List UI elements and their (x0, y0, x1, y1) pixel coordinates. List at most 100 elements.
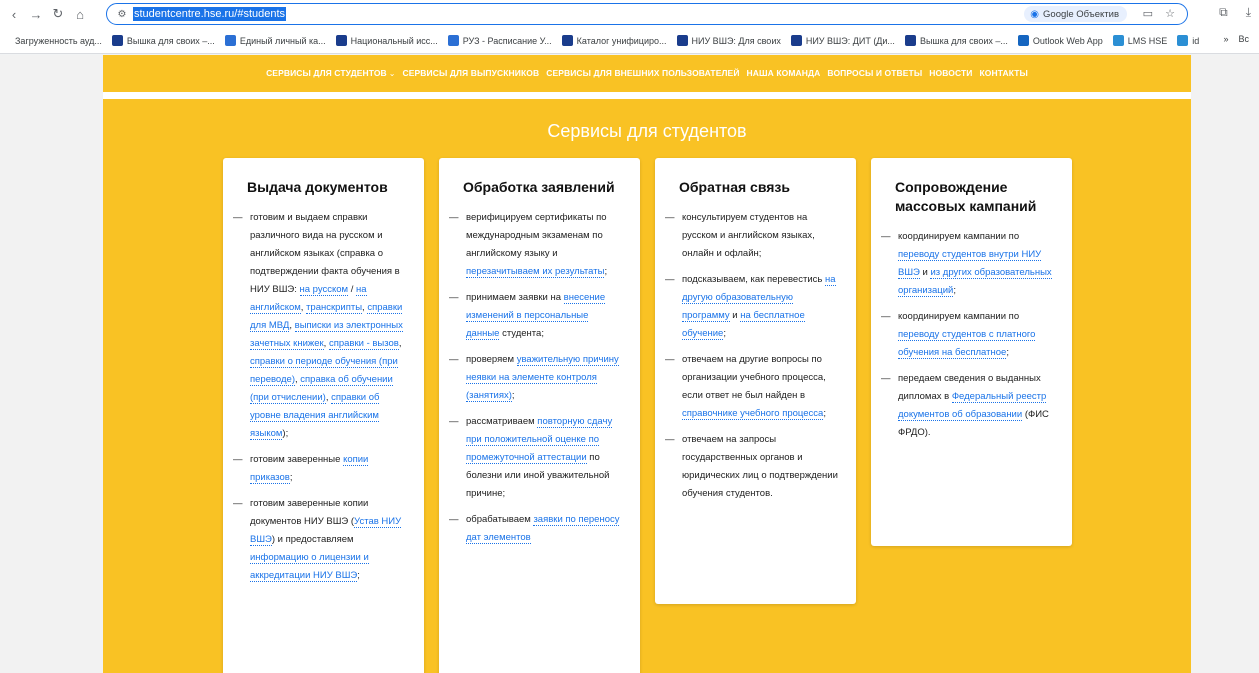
item-text: координируем кампании по (898, 311, 1020, 322)
home-icon[interactable]: ⌂ (72, 4, 88, 24)
bookmark-item[interactable]: НИУ ВШЭ: Для своих (676, 35, 781, 46)
nav-item[interactable]: СЕРВИСЫ ДЛЯ СТУДЕНТОВ (266, 68, 387, 78)
list-item: — координируем кампании по переводу студе… (881, 228, 1056, 300)
dash-bullet: — (233, 498, 243, 509)
bookmark-label: НИУ ВШЭ: ДИТ (Ди... (805, 35, 895, 46)
bookmark-favicon-icon (0, 35, 11, 46)
dash-bullet: — (449, 354, 459, 365)
google-lens-chip[interactable]: ◉ Google Объектив (1024, 6, 1127, 22)
item-text: подсказываем, как перевестись (682, 274, 825, 285)
nav-item[interactable]: СЕРВИСЫ ДЛЯ ВЫПУСКНИКОВ (402, 68, 539, 78)
forward-icon[interactable]: → (28, 4, 44, 24)
nav-item[interactable]: ВОПРОСЫ И ОТВЕТЫ (827, 68, 922, 78)
browser-toolbar: ‹ → ↻ ⌂ ⚙ studentcentre.hse.ru/#students… (0, 0, 1259, 28)
item-text: и (919, 267, 931, 278)
url-text[interactable]: studentcentre.hse.ru/#students (133, 7, 287, 21)
item-text: ; (289, 472, 293, 483)
list-item: — принимаем заявки на внесение изменений … (449, 289, 624, 343)
list-item: — готовим заверенные копии приказов; (233, 451, 408, 487)
item-text: готовим заверенные (250, 454, 344, 465)
service-link[interactable]: переводу студентов с платного обучения н… (898, 329, 1036, 359)
bookmark-item[interactable]: НИУ ВШЭ: ДИТ (Ди... (790, 35, 895, 46)
list-item: — передаем сведения о выданных дипломах в… (881, 370, 1056, 442)
bookmark-favicon-icon (1017, 35, 1029, 46)
bookmark-star-icon[interactable]: ☆ (1165, 7, 1175, 20)
bookmark-label: id (1192, 35, 1200, 46)
item-text: , (289, 320, 295, 331)
dash-bullet: — (449, 514, 459, 525)
bookmark-item[interactable]: id (1177, 35, 1199, 46)
dash-bullet: — (881, 231, 891, 242)
bookmark-item[interactable]: Национальный исс... (335, 35, 438, 46)
bookmark-label: Загруженность ауд... (15, 35, 102, 46)
dash-bullet: — (449, 292, 459, 303)
bookmark-label: РУЗ - Расписание У... (462, 35, 552, 46)
service-link[interactable]: справочнике учебного процесса (682, 408, 824, 420)
item-text: координируем кампании по (898, 231, 1020, 242)
item-text: ; (604, 266, 608, 277)
bookmark-item[interactable]: Каталог унифициро... (561, 35, 667, 46)
item-text: ; (1006, 347, 1009, 358)
bookmarks-more-icon[interactable]: » (1223, 34, 1228, 44)
list-item: — рассматриваем повторную сдачу при полож… (449, 413, 624, 503)
item-text: , (398, 338, 402, 349)
bookmarks-overflow[interactable]: » Вс (1223, 34, 1249, 44)
dash-bullet: — (233, 212, 243, 223)
service-link[interactable]: информацию о лицензии и аккредитации НИУ… (250, 552, 369, 582)
bookmark-item[interactable]: Единый личный ка... (224, 35, 326, 46)
bookmark-favicon-icon (1177, 35, 1189, 46)
card-mass-campaigns: Сопровождение массовых кампаний — координ… (871, 158, 1072, 546)
bookmark-item[interactable]: Вышка для своих –... (904, 35, 1008, 46)
site-settings-icon[interactable]: ⚙ (115, 7, 129, 21)
address-bar[interactable]: ⚙ studentcentre.hse.ru/#students ◉ Googl… (106, 3, 1188, 25)
item-text: консультируем студентов на русском и анг… (682, 212, 815, 259)
service-link[interactable]: справки - вызов (328, 338, 399, 350)
item-text: ; (357, 570, 360, 581)
bookmark-label: LMS HSE (1127, 35, 1168, 46)
bookmark-label: Вышка для своих –... (126, 35, 215, 46)
card-feedback: Обратная связь — консультируем студентов … (655, 158, 856, 604)
service-link[interactable]: транскрипты (306, 302, 363, 314)
cast-icon[interactable]: ▭ (1143, 7, 1153, 20)
bookmark-favicon-icon (1112, 35, 1124, 46)
list-item: — подсказываем, как перевестись на другую… (665, 271, 840, 343)
list-item: — координируем кампании по переводу студе… (881, 308, 1056, 362)
chevron-down-icon[interactable]: ⌄ (389, 69, 396, 78)
item-text: ) и предоставляем (271, 534, 354, 545)
dash-bullet: — (233, 454, 243, 465)
list-item: — отвечаем на другие вопросы по организац… (665, 351, 840, 423)
item-text: ); (282, 428, 289, 439)
service-link[interactable]: перезачитываем их результаты (466, 266, 605, 278)
card-title: Выдача документов (247, 179, 388, 195)
item-text: рассматриваем (466, 416, 538, 427)
bookmark-favicon-icon (335, 35, 347, 46)
bookmark-item[interactable]: Загруженность ауд... (0, 35, 102, 46)
card-application-processing: Обработка заявлений — верифицируем сертиф… (439, 158, 640, 673)
bookmark-label: Outlook Web App (1032, 35, 1103, 46)
item-text: верифицируем сертификаты по международны… (466, 212, 607, 259)
list-item: — готовим заверенные копии документов НИУ… (233, 495, 408, 585)
bookmark-item[interactable]: Вышка для своих –... (111, 35, 215, 46)
extensions-icon[interactable]: ⧉ (1219, 5, 1228, 20)
card-title: Обработка заявлений (463, 179, 615, 195)
all-bookmarks-label[interactable]: Вс (1238, 34, 1249, 44)
item-text: готовим заверенные копии документов НИУ … (250, 498, 369, 527)
bookmark-item[interactable]: Outlook Web App (1017, 35, 1103, 46)
bookmark-item[interactable]: LMS HSE (1112, 35, 1168, 46)
nav-item[interactable]: НОВОСТИ (929, 68, 972, 78)
item-text: и (729, 310, 741, 321)
back-icon[interactable]: ‹ (6, 4, 22, 24)
nav-item[interactable]: НАША КОМАНДА (747, 68, 821, 78)
bookmark-label: Единый личный ка... (239, 35, 326, 46)
reload-icon[interactable]: ↻ (50, 4, 66, 24)
list-item: — готовим и выдаем справки различного вид… (233, 209, 408, 443)
bookmark-item[interactable]: РУЗ - Расписание У... (447, 35, 552, 46)
dash-bullet: — (665, 274, 675, 285)
nav-divider (103, 92, 1191, 99)
nav-item[interactable]: СЕРВИСЫ ДЛЯ ВНЕШНИХ ПОЛЬЗОВАТЕЛЕЙ (546, 68, 739, 78)
download-icon[interactable]: ⤓ (1246, 5, 1251, 20)
bookmark-label: Каталог унифициро... (576, 35, 667, 46)
nav-item[interactable]: КОНТАКТЫ (979, 68, 1027, 78)
service-link[interactable]: на русском (299, 284, 349, 296)
bookmark-label: Вышка для своих –... (919, 35, 1008, 46)
